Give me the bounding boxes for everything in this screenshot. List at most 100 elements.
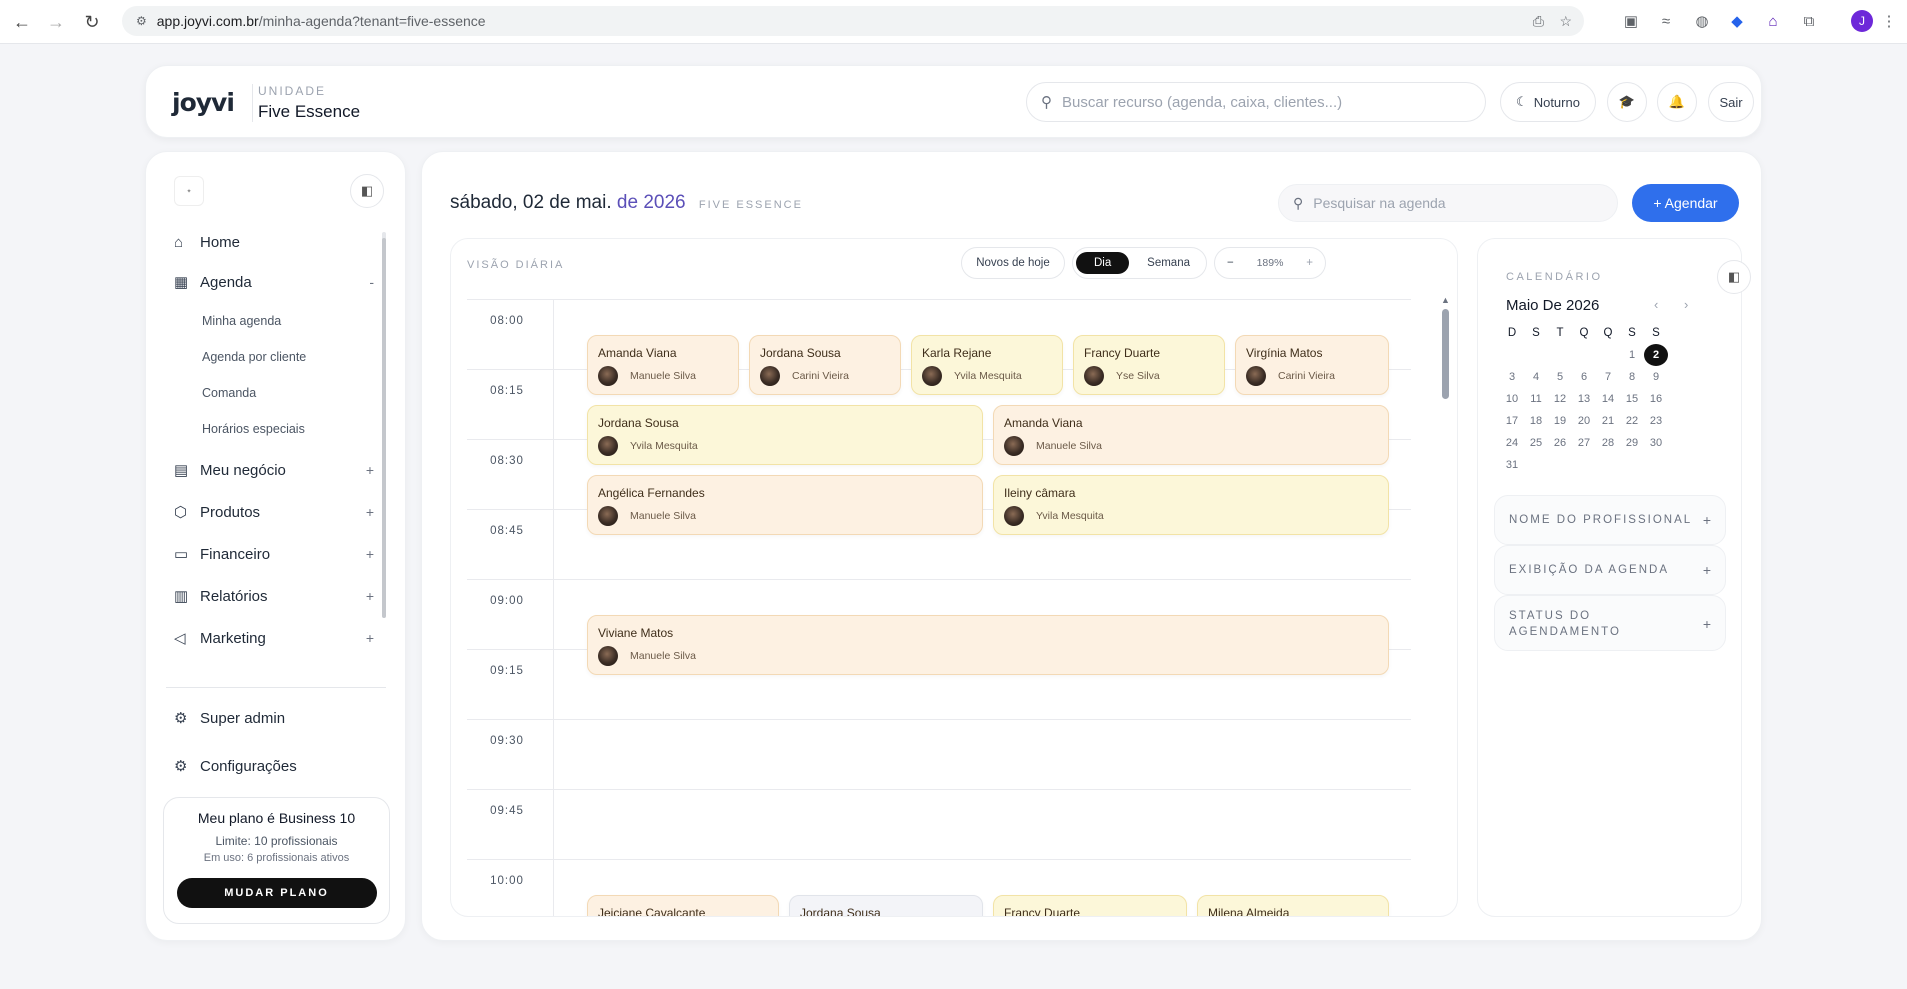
tab-week[interactable]: Semana bbox=[1147, 257, 1190, 269]
add-appointment-button[interactable]: + Agendar bbox=[1632, 184, 1739, 222]
sidebar-item-configuracoes[interactable]: ⚙ Configurações bbox=[174, 753, 374, 779]
extension-tag-icon[interactable]: ◆ bbox=[1724, 8, 1750, 34]
sidebar-item-financeiro[interactable]: ▭ Financeiro + bbox=[174, 541, 374, 567]
calendar-day[interactable]: 4 bbox=[1524, 366, 1548, 388]
global-search-input[interactable]: ⚲ Buscar recurso (agenda, caixa, cliente… bbox=[1026, 82, 1486, 122]
reload-icon[interactable]: ↻ bbox=[74, 4, 110, 40]
appointment-card[interactable]: Karla Rejane Yvila Mesquita bbox=[911, 335, 1063, 395]
calendar-day[interactable]: 17 bbox=[1500, 410, 1524, 432]
calendar-day[interactable]: 23 bbox=[1644, 410, 1668, 432]
extension-wave-icon[interactable]: ≈ bbox=[1653, 8, 1679, 34]
sidebar-item-meu-negocio[interactable]: ▤ Meu negócio + bbox=[174, 457, 374, 483]
calendar-day[interactable]: 26 bbox=[1548, 432, 1572, 454]
sidebar-subitem-comanda[interactable]: Comanda bbox=[202, 386, 256, 400]
next-month-icon[interactable]: › bbox=[1684, 297, 1688, 312]
academy-button[interactable]: 🎓 bbox=[1607, 82, 1647, 122]
appointment-card[interactable]: Ileiny câmara Yvila Mesquita bbox=[993, 475, 1389, 535]
calendar-day[interactable]: 18 bbox=[1524, 410, 1548, 432]
calendar-day[interactable]: 2 bbox=[1644, 344, 1668, 366]
calendar-day[interactable]: 20 bbox=[1572, 410, 1596, 432]
extension-shield-icon[interactable]: ◍ bbox=[1689, 8, 1715, 34]
appointment-card[interactable]: Amanda Viana Manuele Silva bbox=[587, 335, 739, 395]
appointment-card[interactable]: Jeiciane Cavalcante bbox=[587, 895, 779, 916]
calendar-day[interactable]: 9 bbox=[1644, 366, 1668, 388]
sidebar-item-super-admin[interactable]: ⚙ Super admin bbox=[174, 705, 374, 731]
tab-day[interactable]: Dia bbox=[1076, 252, 1130, 274]
new-today-button[interactable]: Novos de hoje bbox=[961, 247, 1065, 279]
sidebar-item-produtos[interactable]: ⬡ Produtos + bbox=[174, 499, 374, 525]
profile-avatar[interactable]: J bbox=[1851, 10, 1873, 32]
logout-button[interactable]: Sair bbox=[1708, 82, 1754, 122]
calendar-day[interactable]: 27 bbox=[1572, 432, 1596, 454]
agenda-scroll-thumb[interactable] bbox=[1442, 309, 1449, 399]
calendar-day[interactable]: 28 bbox=[1596, 432, 1620, 454]
appointment-card[interactable]: Jordana Sousa Carini Vieira bbox=[749, 335, 901, 395]
appointment-card[interactable]: Angélica Fernandes Manuele Silva bbox=[587, 475, 983, 535]
scroll-up-icon[interactable]: ▲ bbox=[1441, 295, 1450, 305]
collapse-toggle[interactable]: - bbox=[369, 274, 374, 290]
calendar-day[interactable]: 1 bbox=[1620, 344, 1644, 366]
calendar-day[interactable]: 10 bbox=[1500, 388, 1524, 410]
calendar-day[interactable]: 24 bbox=[1500, 432, 1524, 454]
theme-toggle-button[interactable]: ☾ Noturno bbox=[1500, 82, 1596, 122]
calendar-day[interactable]: 14 bbox=[1596, 388, 1620, 410]
calendar-day[interactable]: 21 bbox=[1596, 410, 1620, 432]
calendar-day[interactable]: 7 bbox=[1596, 366, 1620, 388]
sidebar-subitem-agenda-por-cliente[interactable]: Agenda por cliente bbox=[202, 350, 306, 364]
calendar-day[interactable]: 30 bbox=[1644, 432, 1668, 454]
extensions-puzzle-icon[interactable]: ⧉ bbox=[1796, 8, 1822, 34]
site-info-icon[interactable]: ⚙ bbox=[136, 14, 147, 28]
calendar-collapse-button[interactable]: ◧ bbox=[1717, 260, 1751, 294]
calendar-day[interactable]: 11 bbox=[1524, 388, 1548, 410]
expand-toggle[interactable]: + bbox=[366, 588, 374, 604]
prev-month-icon[interactable]: ‹ bbox=[1654, 297, 1658, 312]
appointment-card[interactable]: Francy Duarte bbox=[993, 895, 1187, 916]
sidebar-subitem-horarios-especiais[interactable]: Horários especiais bbox=[202, 422, 305, 436]
extension-screen-icon[interactable]: ▣ bbox=[1618, 8, 1644, 34]
joyvi-logo[interactable]: joyvi bbox=[172, 88, 235, 117]
sidebar-subitem-minha-agenda[interactable]: Minha agenda bbox=[202, 314, 281, 328]
calendar-day[interactable]: 19 bbox=[1548, 410, 1572, 432]
appointment-card[interactable]: Jordana Sousa Yvila Mesquita bbox=[587, 405, 983, 465]
extension-home-icon[interactable]: ⌂ bbox=[1760, 8, 1786, 34]
appointment-card[interactable]: Viviane Matos Manuele Silva bbox=[587, 615, 1389, 675]
sidebar-item-agenda[interactable]: ▦ Agenda - bbox=[174, 269, 374, 295]
install-icon[interactable]: ⎙ bbox=[1533, 13, 1544, 30]
calendar-day[interactable]: 29 bbox=[1620, 432, 1644, 454]
appointment-card[interactable]: Amanda Viana Manuele Silva bbox=[993, 405, 1389, 465]
filter-appointment-status[interactable]: STATUS DO AGENDAMENTO + bbox=[1494, 595, 1726, 651]
notifications-button[interactable]: 🔔 bbox=[1657, 82, 1697, 122]
filter-professional[interactable]: NOME DO PROFISSIONAL + bbox=[1494, 495, 1726, 545]
appointment-card[interactable]: Jordana Sousa bbox=[789, 895, 983, 916]
expand-toggle[interactable]: + bbox=[366, 504, 374, 520]
appointment-card[interactable]: Francy Duarte Yse Silva bbox=[1073, 335, 1225, 395]
sidebar-collapse-button[interactable]: ◧ bbox=[350, 174, 384, 208]
calendar-day[interactable]: 12 bbox=[1548, 388, 1572, 410]
appointment-card[interactable]: Virgínia Matos Carini Vieira bbox=[1235, 335, 1389, 395]
browser-menu-icon[interactable]: ⋮ bbox=[1876, 8, 1902, 34]
zoom-out-icon[interactable]: − bbox=[1227, 257, 1234, 269]
calendar-day[interactable]: 13 bbox=[1572, 388, 1596, 410]
sidebar-item-marketing[interactable]: ◁ Marketing + bbox=[174, 625, 374, 651]
appointment-card[interactable]: Milena Almeida bbox=[1197, 895, 1389, 916]
zoom-in-icon[interactable]: + bbox=[1306, 257, 1313, 269]
calendar-day[interactable]: 15 bbox=[1620, 388, 1644, 410]
forward-icon[interactable]: → bbox=[38, 4, 74, 40]
sidebar-item-relatorios[interactable]: ▥ Relatórios + bbox=[174, 583, 374, 609]
agenda-scrollbar[interactable]: ▲ bbox=[1441, 295, 1450, 905]
filter-agenda-display[interactable]: EXIBIÇÃO DA AGENDA + bbox=[1494, 545, 1726, 595]
calendar-day[interactable]: 5 bbox=[1548, 366, 1572, 388]
sidebar-scroll-thumb[interactable] bbox=[382, 238, 386, 618]
sidebar-item-home[interactable]: ⌂ Home bbox=[174, 229, 374, 255]
bookmark-star-icon[interactable]: ☆ bbox=[1559, 13, 1572, 30]
calendar-day[interactable]: 25 bbox=[1524, 432, 1548, 454]
calendar-day[interactable]: 3 bbox=[1500, 366, 1524, 388]
calendar-day[interactable]: 16 bbox=[1644, 388, 1668, 410]
calendar-day[interactable]: 31 bbox=[1500, 454, 1524, 476]
change-plan-button[interactable]: MUDAR PLANO bbox=[176, 878, 377, 908]
calendar-day[interactable]: 22 bbox=[1620, 410, 1644, 432]
expand-toggle[interactable]: + bbox=[366, 546, 374, 562]
back-icon[interactable]: ← bbox=[4, 4, 40, 40]
agenda-search-input[interactable]: ⚲ Pesquisar na agenda bbox=[1278, 184, 1618, 222]
calendar-day[interactable]: 8 bbox=[1620, 366, 1644, 388]
